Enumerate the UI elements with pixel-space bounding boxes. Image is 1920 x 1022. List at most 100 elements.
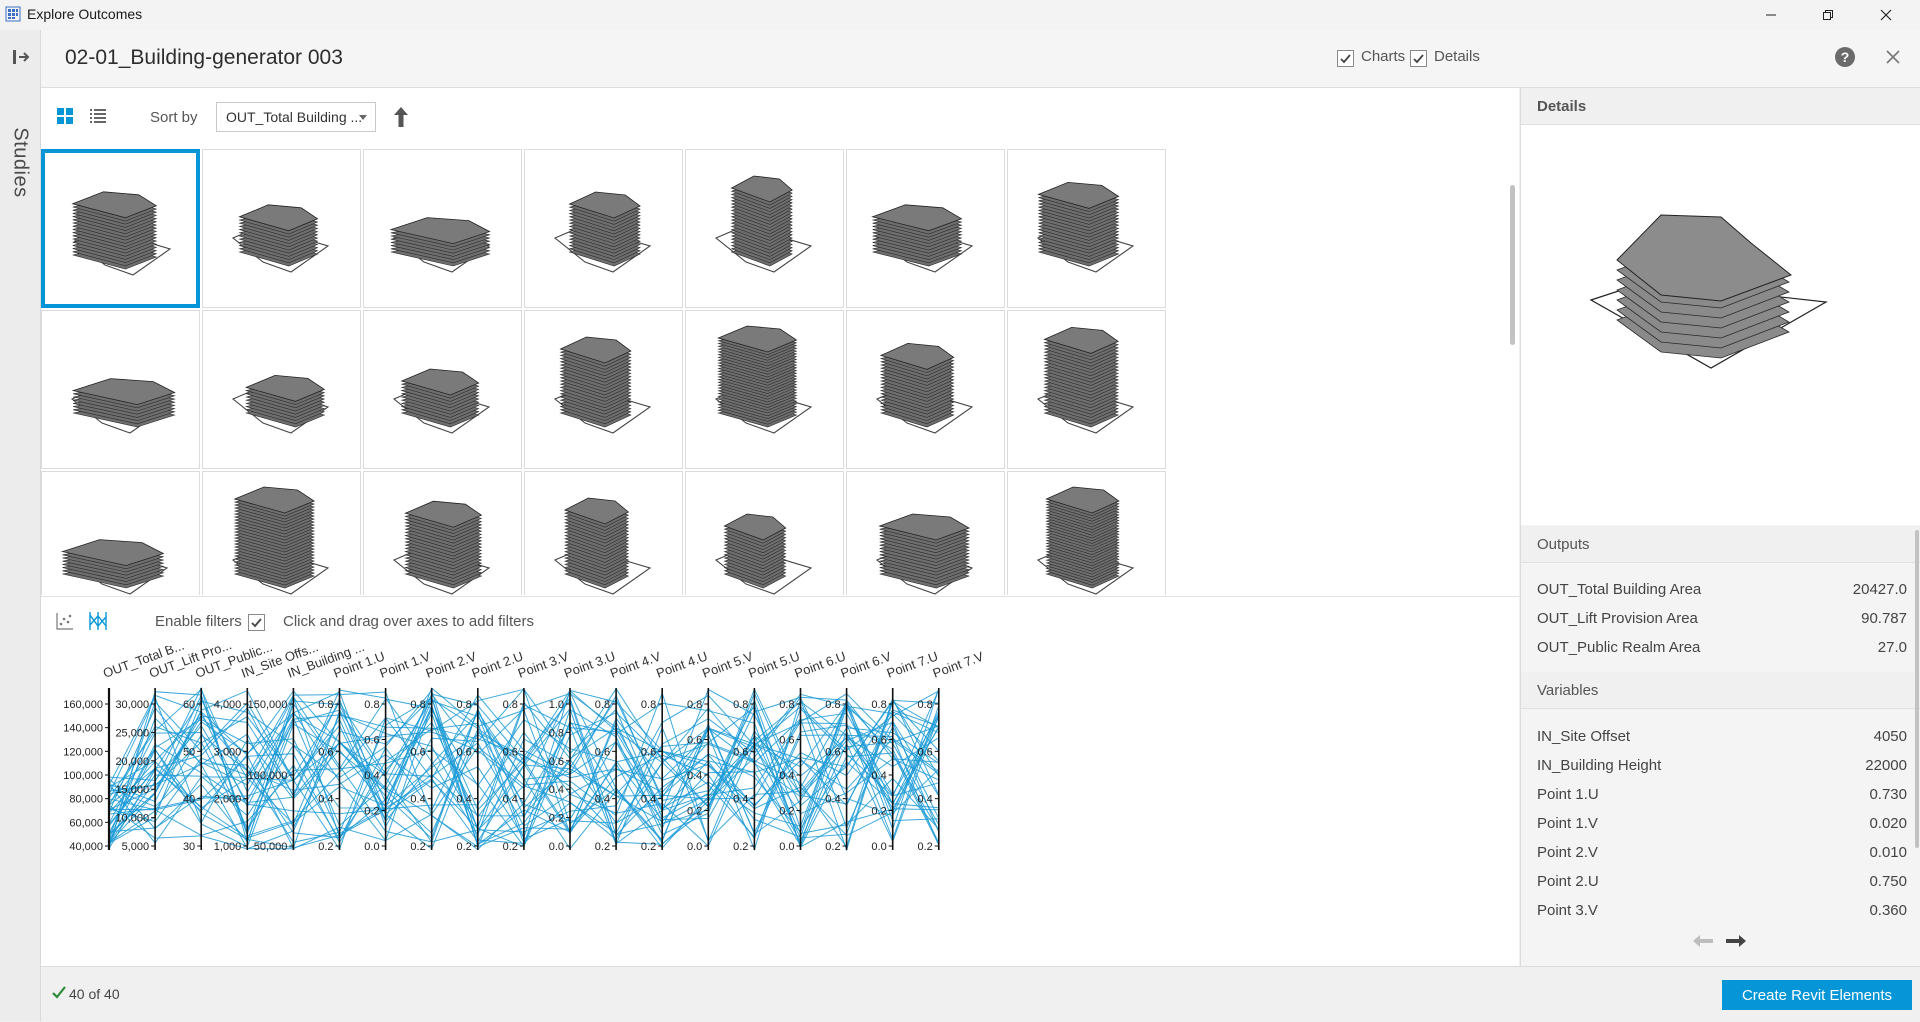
tick-label: 0.8: [503, 699, 518, 711]
outcome-thumbnail[interactable]: [1007, 471, 1166, 595]
checkmark-icon: [251, 618, 262, 628]
charts-checkbox[interactable]: [1337, 50, 1354, 67]
outcome-thumbnail[interactable]: [685, 310, 844, 469]
variable-row: IN_Site Offset 4050: [1537, 728, 1907, 752]
outcome-thumbnail[interactable]: [524, 149, 683, 308]
outcome-thumbnail[interactable]: [363, 471, 522, 595]
tick-label: 4,000: [214, 699, 242, 711]
tick-label: 0.4: [918, 794, 933, 806]
outcome-thumbnail[interactable]: [363, 310, 522, 469]
tick-label: 1.0: [549, 699, 564, 711]
list-view-icon[interactable]: [90, 108, 106, 124]
tick-label: 0.8: [364, 699, 379, 711]
tick-label: 0.6: [825, 746, 840, 758]
outcome-thumbnail[interactable]: [41, 149, 200, 308]
parallel-coordinates-icon[interactable]: [87, 611, 109, 631]
arrow-up-icon[interactable]: [392, 106, 410, 128]
study-header: 02-01_Building-generator 003 Charts Deta…: [41, 30, 1920, 88]
details-preview: [1521, 125, 1920, 525]
sort-select[interactable]: OUT_Total Building ...: [216, 102, 376, 132]
pc-axis[interactable]: IN_Site Offs...4,0003,0002,0001,000: [214, 646, 320, 853]
tick-label: 0.6: [364, 735, 379, 747]
outcomes-main: Sort by OUT_Total Building ... Enable fi…: [41, 88, 1519, 966]
building-massing-icon: [875, 513, 974, 595]
variable-value: 0.730: [1869, 786, 1907, 803]
tick-label: 0.4: [364, 770, 379, 782]
axis-label: Point 5.V: [700, 649, 755, 681]
close-window-button[interactable]: [1858, 0, 1914, 30]
tick-label: 0.6: [641, 746, 656, 758]
tick-label: 10,000: [115, 813, 149, 825]
arrow-left-icon[interactable]: [1692, 934, 1714, 948]
studies-label: Studies: [9, 127, 32, 198]
outcome-thumbnail[interactable]: [524, 471, 683, 595]
arrow-right-icon[interactable]: [1725, 934, 1747, 948]
outcome-thumbnail[interactable]: [1007, 310, 1166, 469]
variable-value: 4050: [1873, 728, 1907, 745]
building-massing-icon: [1036, 326, 1135, 434]
outcome-thumbnail[interactable]: [41, 310, 200, 469]
tick-label: 100,000: [248, 770, 288, 782]
enable-filters-checkbox[interactable]: [248, 614, 265, 631]
tick-label: 25,000: [115, 727, 149, 739]
exit-panel-icon[interactable]: [12, 48, 30, 66]
parallel-coordinates-chart[interactable]: OUT_Total B...160,000140,000120,000100,0…: [41, 646, 1519, 966]
tick-label: 3,000: [214, 746, 242, 758]
tick-label: 140,000: [63, 723, 103, 735]
outcome-thumbnail[interactable]: [685, 149, 844, 308]
charts-label: Charts: [1361, 48, 1406, 65]
outcome-thumbnail[interactable]: [846, 310, 1005, 469]
output-value: 27.0: [1877, 639, 1907, 656]
building-massing-icon: [392, 500, 491, 595]
grid-view-icon[interactable]: [57, 108, 73, 124]
outcome-thumbnail[interactable]: [202, 310, 361, 469]
tick-label: 15,000: [115, 784, 149, 796]
outcome-thumbnail[interactable]: [846, 471, 1005, 595]
outcome-thumbnail[interactable]: [846, 149, 1005, 308]
outcome-thumbnail[interactable]: [1007, 149, 1166, 308]
minimize-icon: [1766, 14, 1776, 16]
outcome-thumbnail[interactable]: [41, 471, 200, 595]
building-massing-icon: [70, 378, 176, 434]
outcome-thumbnail[interactable]: [363, 149, 522, 308]
axis-label: Point 3.U: [562, 648, 617, 680]
tick-label: 0.2: [918, 841, 933, 853]
restore-button[interactable]: [1800, 0, 1856, 30]
tick-label: 0.2: [364, 806, 379, 818]
scatter-plot-icon[interactable]: [55, 611, 75, 631]
studies-tab[interactable]: Studies: [10, 117, 32, 207]
minimize-button[interactable]: [1743, 0, 1799, 30]
building-massing-icon: [553, 336, 652, 434]
building-massing-icon: [231, 486, 330, 595]
outcome-thumbnail[interactable]: [524, 310, 683, 469]
help-icon[interactable]: ?: [1835, 47, 1855, 67]
tick-label: 0.4: [549, 784, 564, 796]
close-explore-icon[interactable]: [1883, 47, 1903, 67]
tick-label: 0.8: [549, 727, 564, 739]
tick-label: 0.8: [318, 699, 333, 711]
building-massing-icon: [1036, 486, 1135, 595]
outcome-thumbnail[interactable]: [685, 471, 844, 595]
status-bar: 40 of 40 Create Revit Elements: [41, 966, 1920, 1022]
tick-label: 0.2: [595, 841, 610, 853]
tick-label: 0.2: [733, 841, 748, 853]
tick-label: 0.2: [457, 841, 472, 853]
chevron-down-icon: [359, 115, 367, 120]
building-massing-icon: [714, 175, 813, 273]
building-massing-icon: [553, 497, 652, 595]
gallery-scrollbar[interactable]: [1510, 185, 1515, 345]
app-icon: [5, 6, 21, 22]
tick-label: 0.2: [825, 841, 840, 853]
tick-label: 0.8: [641, 699, 656, 711]
create-revit-elements-button[interactable]: Create Revit Elements: [1722, 980, 1912, 1010]
outcome-thumbnail[interactable]: [202, 471, 361, 595]
variable-name: Point 3.V: [1537, 902, 1598, 919]
title-bar: Explore Outcomes: [0, 0, 1920, 30]
details-scrollbar[interactable]: [1915, 530, 1919, 848]
tick-label: 0.4: [318, 794, 333, 806]
variable-name: IN_Building Height: [1537, 757, 1662, 774]
details-checkbox[interactable]: [1410, 50, 1427, 67]
tick-label: 120,000: [63, 746, 103, 758]
building-massing-icon: [231, 374, 330, 434]
outcome-thumbnail[interactable]: [202, 149, 361, 308]
